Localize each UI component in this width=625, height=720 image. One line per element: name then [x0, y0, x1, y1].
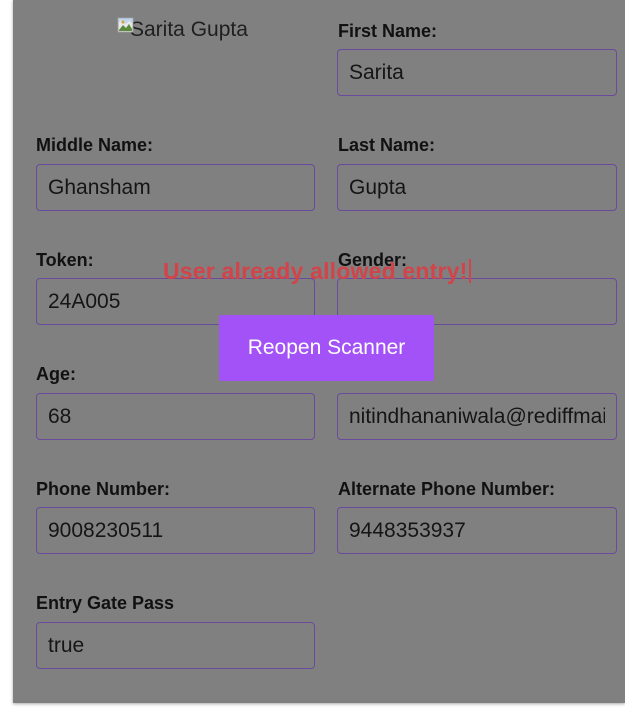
text-cursor	[468, 259, 471, 283]
phone-number-input[interactable]	[36, 507, 315, 554]
profile-photo-alt-text: Sarita Gupta	[130, 18, 248, 41]
last-name-input[interactable]	[337, 164, 617, 211]
entry-status-message: User already allowed entry!	[163, 258, 468, 284]
broken-image-icon	[117, 17, 134, 33]
entry-gate-pass-label: Entry Gate Pass	[36, 593, 175, 613]
alternate-phone-number-input[interactable]	[337, 507, 617, 554]
first-name-label: First Name:	[338, 21, 438, 41]
profile-photo: Sarita Gupta	[117, 16, 248, 44]
phone-number-label: Phone Number:	[36, 479, 171, 499]
reopen-scanner-button[interactable]: Reopen Scanner	[219, 315, 434, 381]
alternate-phone-number-label: Alternate Phone Number:	[338, 479, 556, 499]
first-name-input[interactable]	[337, 49, 617, 96]
age-input[interactable]	[36, 393, 315, 440]
middle-name-input[interactable]	[36, 164, 315, 211]
last-name-label: Last Name:	[338, 135, 436, 155]
token-label: Token:	[36, 250, 94, 270]
middle-name-label: Middle Name:	[36, 135, 154, 155]
age-label: Age:	[36, 364, 76, 384]
entry-status-alert: User already allowed entry!	[163, 258, 471, 285]
entry-gate-pass-input[interactable]	[36, 622, 315, 669]
email-input[interactable]	[337, 393, 617, 440]
